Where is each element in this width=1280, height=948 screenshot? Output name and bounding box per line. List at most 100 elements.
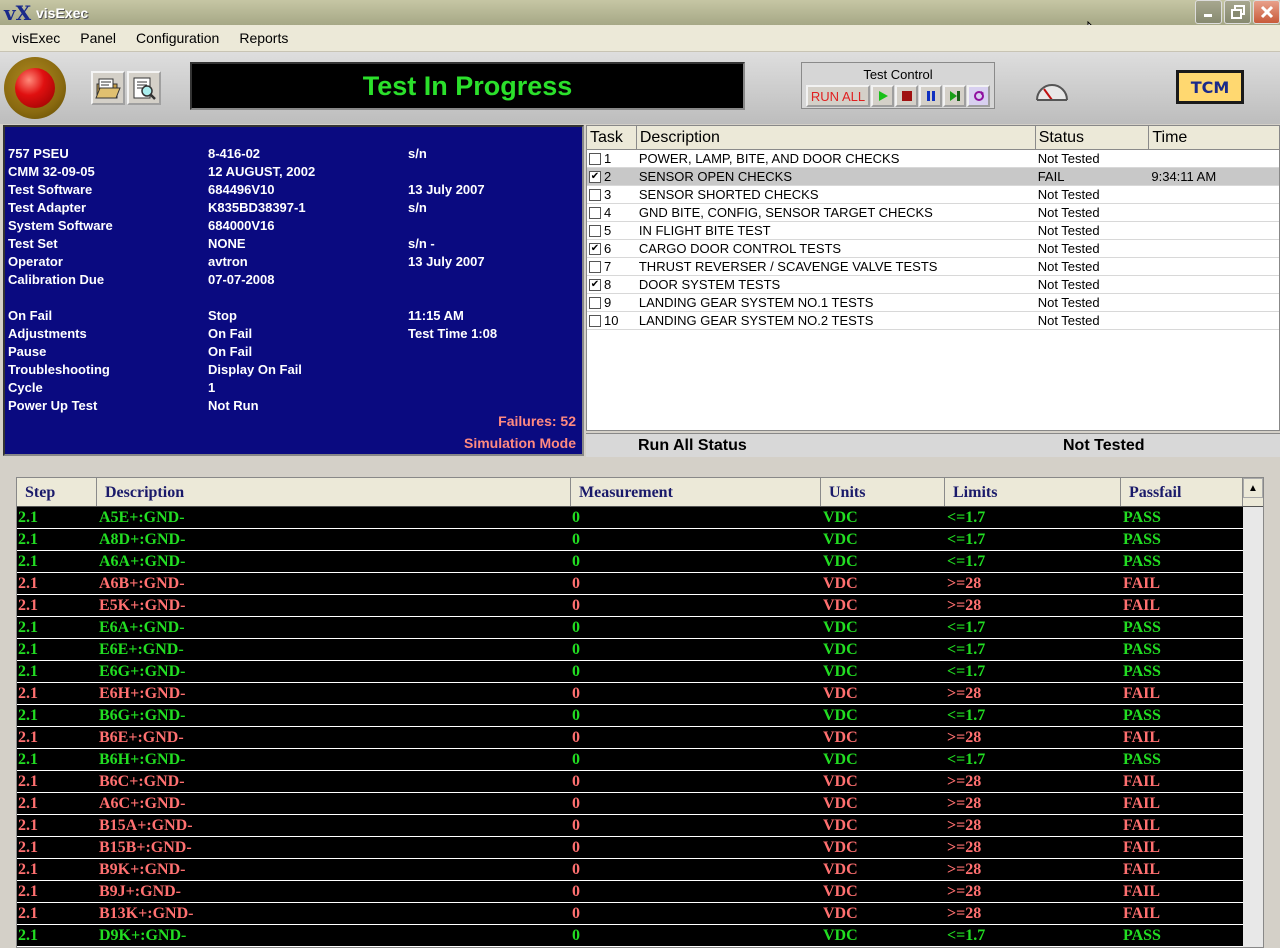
step-row[interactable]: 2.1 B6C+:GND- 0 VDC >=28 FAIL [17, 771, 1263, 793]
pause-icon[interactable] [919, 85, 942, 107]
step-row[interactable]: 2.1 E6E+:GND- 0 VDC <=1.7 PASS [17, 639, 1263, 661]
step-row[interactable]: 2.1 E6G+:GND- 0 VDC <=1.7 PASS [17, 661, 1263, 683]
task-checkbox[interactable] [589, 314, 601, 327]
step-row[interactable]: 2.1 B6G+:GND- 0 VDC <=1.7 PASS [17, 705, 1263, 727]
task-list: Task Description Status Time 1 POWER, LAM… [586, 125, 1280, 431]
task-row[interactable]: 7 THRUST REVERSER / SCAVENGE VALVE TESTS N… [587, 258, 1279, 276]
column-header-units[interactable]: Units [821, 478, 945, 506]
gauge-icon[interactable] [1034, 80, 1070, 102]
task-number-cell: 5 [587, 222, 637, 239]
info-value: K835BD38397-1 [208, 200, 306, 215]
task-number-cell: 3 [587, 186, 637, 203]
column-header-description[interactable]: Description [97, 478, 571, 506]
step-number: 2.1 [18, 729, 38, 746]
info-label: Test Software [8, 182, 93, 197]
task-row[interactable]: 3 SENSOR SHORTED CHECKS Not Tested [587, 186, 1279, 204]
column-header-description[interactable]: Description [637, 126, 1036, 149]
scroll-up-icon[interactable]: ▲ [1243, 478, 1263, 498]
column-header-passfail[interactable]: Passfail [1121, 478, 1243, 506]
play-icon[interactable] [871, 85, 894, 107]
task-checkbox[interactable]: ✔ [589, 278, 601, 291]
step-row[interactable]: 2.1 B6E+:GND- 0 VDC >=28 FAIL [17, 727, 1263, 749]
find-report-icon[interactable] [127, 71, 161, 105]
column-header-measurement[interactable]: Measurement [571, 478, 821, 506]
minimize-icon[interactable] [1195, 0, 1222, 24]
step-row[interactable]: 2.1 B13K+:GND- 0 VDC >=28 FAIL [17, 903, 1263, 925]
stop-icon[interactable] [895, 85, 918, 107]
emergency-stop-icon[interactable] [4, 57, 66, 119]
step-description: A6C+:GND- [99, 795, 186, 812]
step-row[interactable]: 2.1 E6H+:GND- 0 VDC >=28 FAIL [17, 683, 1263, 705]
task-row[interactable]: ✔ 6 CARGO DOOR CONTROL TESTS Not Tested [587, 240, 1279, 258]
task-row[interactable]: ✔ 2 SENSOR OPEN CHECKS FAIL 9:34:11 AM [587, 168, 1279, 186]
info-value: 1 [208, 380, 216, 395]
step-measurement: 0 [572, 729, 580, 746]
column-header-limits[interactable]: Limits [945, 478, 1121, 506]
task-time: 9:34:11 AM [1151, 169, 1217, 184]
step-units: VDC [823, 663, 858, 680]
tcm-label: TCM [1179, 73, 1241, 101]
step-number: 2.1 [18, 883, 38, 900]
menu-configuration[interactable]: Configuration [128, 30, 227, 46]
step-row[interactable]: 2.1 A6B+:GND- 0 VDC >=28 FAIL [17, 573, 1263, 595]
step-row[interactable]: 2.1 A6C+:GND- 0 VDC >=28 FAIL [17, 793, 1263, 815]
task-checkbox[interactable] [589, 206, 601, 219]
step-row[interactable]: 2.1 D9K+:GND- 0 VDC <=1.7 PASS [17, 925, 1263, 947]
step-passfail: PASS [1123, 927, 1161, 944]
column-header-time[interactable]: Time [1149, 126, 1279, 149]
task-checkbox[interactable] [589, 188, 601, 201]
step-passfail: FAIL [1123, 861, 1161, 878]
task-row[interactable]: 4 GND BITE, CONFIG, SENSOR TARGET CHECKS N… [587, 204, 1279, 222]
menu-panel[interactable]: Panel [72, 30, 124, 46]
column-header-task[interactable]: Task [587, 126, 637, 149]
task-checkbox[interactable]: ✔ [589, 170, 601, 183]
tcm-button[interactable]: TCM [1176, 70, 1244, 104]
open-folder-icon[interactable] [91, 71, 125, 105]
task-row[interactable]: ✔ 8 DOOR SYSTEM TESTS Not Tested [587, 276, 1279, 294]
step-limits: <=1.7 [947, 707, 986, 724]
repeat-icon[interactable] [967, 85, 990, 107]
step-row[interactable]: 2.1 A8D+:GND- 0 VDC <=1.7 PASS [17, 529, 1263, 551]
info-value: avtron [208, 254, 248, 269]
info-value: Test Time 1:08 [408, 326, 498, 341]
step-measurement: 0 [572, 817, 580, 834]
step-icon[interactable] [943, 85, 966, 107]
task-checkbox[interactable] [589, 260, 601, 273]
step-row[interactable]: 2.1 B9J+:GND- 0 VDC >=28 FAIL [17, 881, 1263, 903]
task-checkbox[interactable]: ✔ [589, 242, 601, 255]
menu-reports[interactable]: Reports [231, 30, 296, 46]
step-row[interactable]: 2.1 A6A+:GND- 0 VDC <=1.7 PASS [17, 551, 1263, 573]
step-passfail: PASS [1123, 509, 1161, 526]
step-units: VDC [823, 685, 858, 702]
step-row[interactable]: 2.1 B6H+:GND- 0 VDC <=1.7 PASS [17, 749, 1263, 771]
task-checkbox[interactable] [589, 296, 601, 309]
maximize-icon[interactable] [1224, 0, 1251, 24]
task-row[interactable]: 9 LANDING GEAR SYSTEM NO.1 TESTS Not Teste… [587, 294, 1279, 312]
step-limits: <=1.7 [947, 509, 986, 526]
vertical-scrollbar[interactable] [1243, 507, 1263, 947]
task-row[interactable]: 1 POWER, LAMP, BITE, AND DOOR CHECKS Not T… [587, 150, 1279, 168]
step-limits: <=1.7 [947, 553, 986, 570]
step-row[interactable]: 2.1 B15A+:GND- 0 VDC >=28 FAIL [17, 815, 1263, 837]
step-results-table: Step Description Measurement Units Limit… [16, 477, 1264, 948]
step-measurement: 0 [572, 795, 580, 812]
menu-visexec[interactable]: visExec [4, 30, 68, 46]
step-number: 2.1 [18, 509, 38, 526]
column-header-status[interactable]: Status [1036, 126, 1150, 149]
task-time [1149, 312, 1279, 329]
step-row[interactable]: 2.1 B15B+:GND- 0 VDC >=28 FAIL [17, 837, 1263, 859]
close-icon[interactable] [1253, 0, 1280, 24]
step-row[interactable]: 2.1 E6A+:GND- 0 VDC <=1.7 PASS [17, 617, 1263, 639]
task-checkbox[interactable] [589, 152, 601, 165]
task-row[interactable]: 5 IN FLIGHT BITE TEST Not Tested [587, 222, 1279, 240]
run-all-status-bar: Run All Status Not Tested [586, 433, 1280, 457]
column-header-step[interactable]: Step [17, 478, 97, 506]
run-all-button[interactable]: RUN ALL [806, 85, 870, 107]
step-description: B15B+:GND- [99, 839, 192, 856]
step-row[interactable]: 2.1 A5E+:GND- 0 VDC <=1.7 PASS [17, 507, 1263, 529]
task-checkbox[interactable] [589, 224, 601, 237]
step-row[interactable]: 2.1 E5K+:GND- 0 VDC >=28 FAIL [17, 595, 1263, 617]
step-limits: >=28 [947, 575, 982, 592]
task-row[interactable]: 10 LANDING GEAR SYSTEM NO.2 TESTS Not Test… [587, 312, 1279, 330]
step-row[interactable]: 2.1 B9K+:GND- 0 VDC >=28 FAIL [17, 859, 1263, 881]
